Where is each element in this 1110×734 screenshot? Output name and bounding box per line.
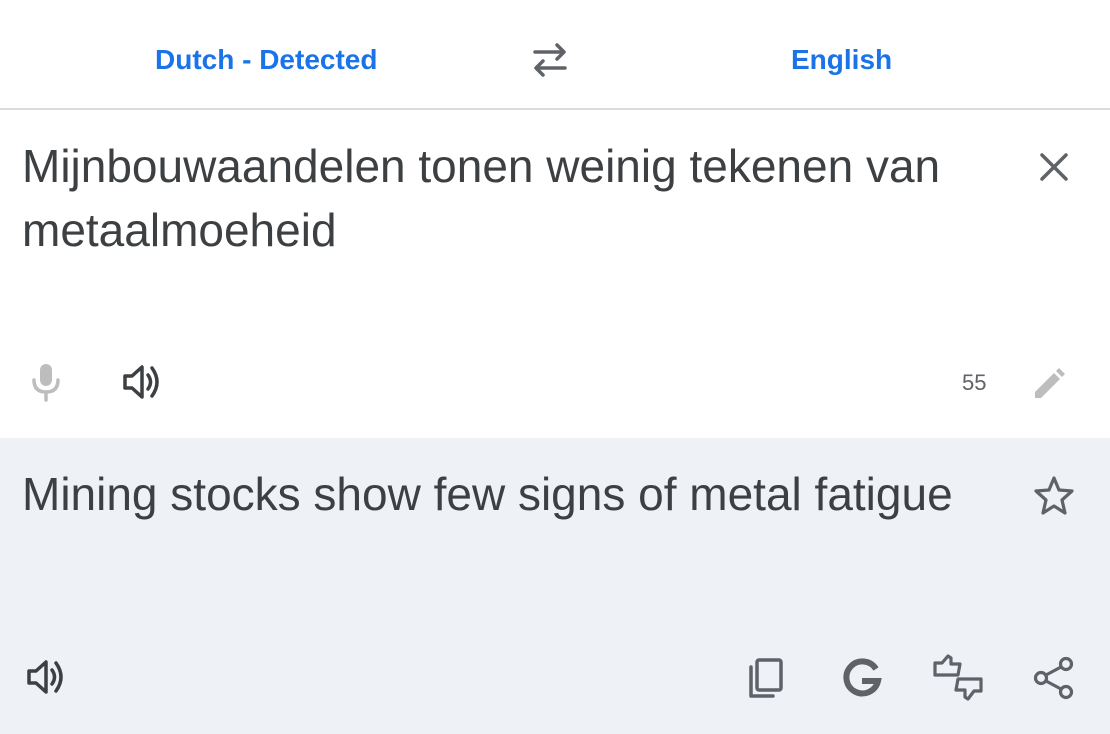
feedback-icon[interactable] [932,653,984,703]
pencil-icon[interactable] [1030,367,1066,403]
google-icon[interactable] [840,657,884,699]
copy-icon[interactable] [745,656,787,700]
translation-text: Mining stocks show few signs of metal fa… [22,468,953,520]
target-language-button[interactable]: English [791,40,892,80]
character-count: 55 [962,370,987,395]
speaker-icon[interactable] [121,361,165,403]
source-panel: Mijnbouwaandelen tonen weinig tekenen va… [0,110,1110,438]
share-icon[interactable] [1032,656,1076,700]
microphone-icon[interactable] [26,360,66,404]
swap-languages-button[interactable] [525,38,575,82]
speaker-icon[interactable] [25,656,69,698]
language-bar: Dutch - Detected English [0,0,1110,110]
star-icon[interactable] [1033,474,1075,516]
swap-arrows-icon [533,43,567,77]
source-text-input[interactable]: Mijnbouwaandelen tonen weinig tekenen va… [22,134,1012,262]
close-icon[interactable] [1034,147,1074,187]
source-language-button[interactable]: Dutch - Detected [155,40,377,80]
translation-panel: Mining stocks show few signs of metal fa… [0,438,1110,734]
